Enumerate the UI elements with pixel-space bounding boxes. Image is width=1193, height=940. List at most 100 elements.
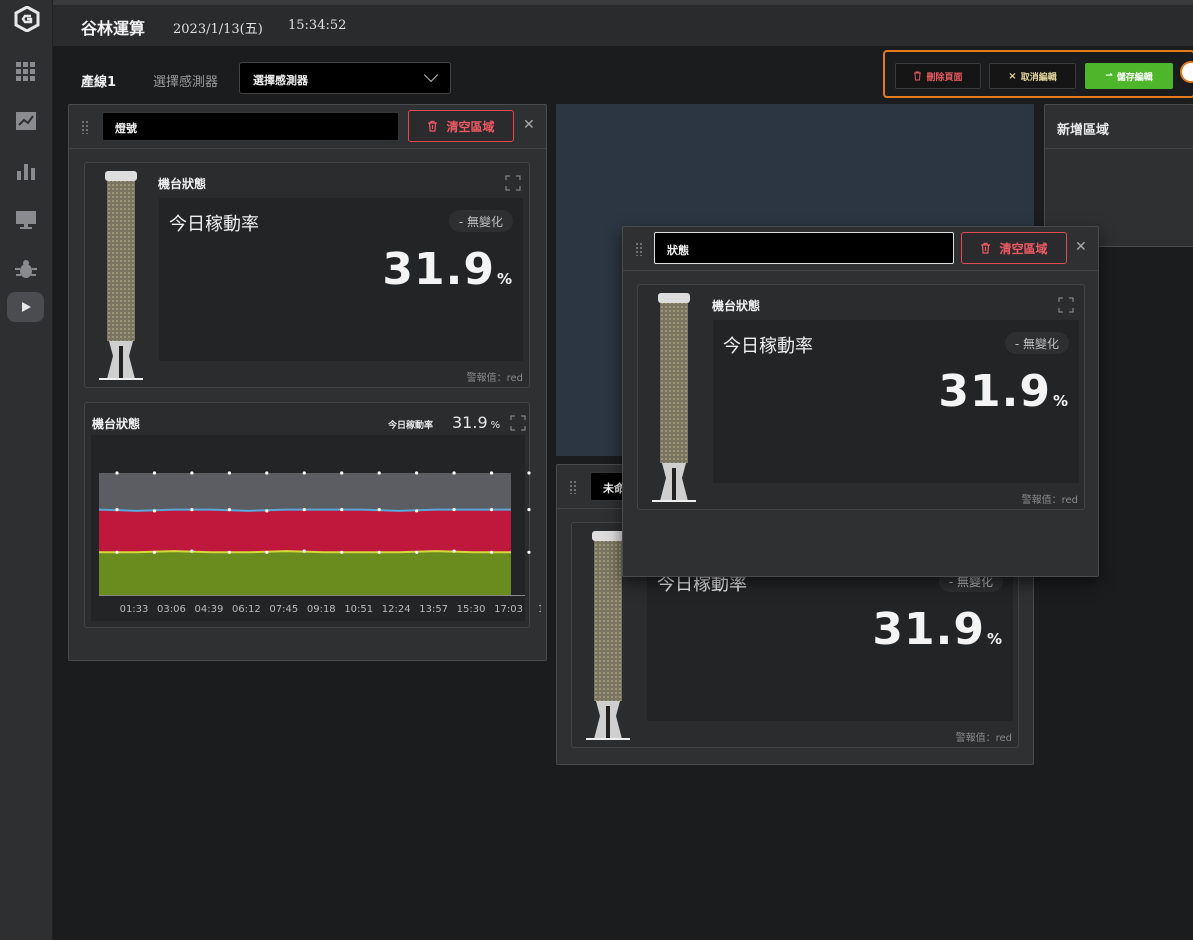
expand-icon[interactable] bbox=[510, 415, 526, 431]
region-name-input[interactable]: 燈號 bbox=[102, 112, 399, 141]
trash-icon bbox=[981, 242, 991, 254]
area-series-2 bbox=[99, 473, 511, 511]
add-region-title: 新增區域 bbox=[1057, 123, 1110, 138]
region-panel-light: 燈號 清空區域 ✕ 機台狀態 今日稼動率 - 無變化 31.9% 警報值：red… bbox=[68, 104, 554, 661]
close-icon[interactable]: ✕ bbox=[523, 117, 535, 133]
signal-tower-image bbox=[652, 293, 696, 502]
x-tick-label: 07:45 bbox=[269, 604, 298, 615]
drag-handle-icon[interactable] bbox=[569, 480, 577, 494]
data-point bbox=[527, 550, 531, 554]
x-tick-label: 01:33 bbox=[120, 604, 149, 615]
alert-threshold: 警報值：red bbox=[955, 733, 1012, 744]
line-chart-icon[interactable] bbox=[14, 109, 38, 133]
drag-handle-icon[interactable] bbox=[635, 242, 643, 256]
region-panel-status: 狀態 清空區域 ✕ 機台狀態 今日稼動率 - 無變化 31.9% 警報值：red bbox=[622, 226, 1099, 577]
trash-icon bbox=[914, 71, 922, 81]
data-point bbox=[115, 550, 119, 554]
x-tick-label: 10:51 bbox=[344, 604, 373, 615]
bar-chart-icon[interactable] bbox=[14, 159, 38, 183]
data-point bbox=[190, 471, 194, 475]
x-tick-label: 06:12 bbox=[232, 604, 261, 615]
metric-value: 31.9% bbox=[382, 244, 513, 295]
production-line-label: 產線1 bbox=[81, 75, 117, 90]
delete-page-button[interactable]: 刪除頁面 bbox=[895, 63, 981, 89]
data-point bbox=[340, 508, 344, 512]
machine-status-card: 機台狀態 今日稼動率 - 無變化 31.9% 警報值：red bbox=[637, 284, 1085, 510]
data-point bbox=[489, 550, 494, 554]
trash-icon bbox=[428, 120, 438, 132]
data-point bbox=[377, 471, 381, 475]
x-tick-label: 09:18 bbox=[307, 604, 336, 615]
region-name-input[interactable]: 狀態 bbox=[654, 232, 954, 264]
metric-value: 31.9% bbox=[872, 604, 1003, 655]
logo-icon[interactable] bbox=[14, 6, 40, 32]
signal-tower-image bbox=[99, 171, 143, 380]
x-tick-label: 12:24 bbox=[382, 604, 411, 615]
data-point bbox=[452, 508, 456, 512]
edit-button-group: 刪除頁面 × 取消編輯 ⇀ 儲存編輯 bbox=[883, 50, 1193, 98]
data-point bbox=[115, 508, 119, 512]
metric-value: 31.9% bbox=[938, 366, 1069, 417]
change-badge: - 無變化 bbox=[1004, 332, 1069, 354]
rate-label: 今日稼動率 bbox=[388, 421, 434, 431]
data-point bbox=[115, 471, 119, 475]
data-point bbox=[190, 508, 194, 512]
x-tick-label: 18: bbox=[538, 604, 541, 615]
app-title: 谷林運算 bbox=[81, 19, 146, 38]
cancel-edit-button[interactable]: × 取消編輯 bbox=[989, 63, 1076, 89]
data-point bbox=[340, 471, 344, 475]
grid-icon[interactable] bbox=[14, 60, 38, 84]
data-point bbox=[302, 508, 306, 512]
data-point bbox=[527, 508, 531, 512]
expand-icon[interactable] bbox=[505, 175, 521, 191]
data-point bbox=[415, 550, 419, 554]
data-point bbox=[227, 508, 231, 512]
data-point bbox=[377, 508, 381, 512]
status-area-chart: 01:33 03:06 04:39 06:12 07:45 09:18 10:51 12:24… bbox=[91, 435, 554, 621]
data-point bbox=[415, 509, 419, 513]
data-point bbox=[415, 471, 419, 475]
data-point bbox=[302, 471, 306, 475]
metric-box: 今日稼動率 - 無變化 31.9% bbox=[159, 198, 523, 361]
bug-icon[interactable] bbox=[14, 257, 38, 281]
data-point bbox=[152, 550, 157, 554]
alert-threshold: 警報值：red bbox=[1021, 495, 1078, 506]
close-icon: × bbox=[1008, 70, 1017, 82]
rate-value: 31.9% bbox=[452, 413, 501, 432]
expand-icon[interactable] bbox=[1058, 297, 1074, 313]
sensor-label: 選擇感測器 bbox=[153, 75, 219, 90]
x-tick-label: 03:06 bbox=[157, 604, 186, 615]
machine-status-card: 機台狀態 今日稼動率 - 無變化 31.9% 警報值：red bbox=[84, 162, 530, 388]
clear-region-button[interactable]: 清空區域 bbox=[408, 110, 514, 142]
alert-threshold: 警報值：red bbox=[466, 373, 523, 384]
status-chart-svg: 01:33 03:06 04:39 06:12 07:45 09:18 10:51 12:24… bbox=[98, 471, 554, 615]
data-point bbox=[340, 550, 344, 554]
close-icon[interactable]: ✕ bbox=[1075, 239, 1087, 255]
data-point bbox=[452, 471, 456, 475]
current-date: 2023/1/13(五) bbox=[173, 22, 263, 37]
play-button[interactable] bbox=[7, 292, 44, 322]
play-icon bbox=[22, 302, 31, 312]
x-tick-label: 04:39 bbox=[194, 604, 223, 615]
sidebar bbox=[0, 0, 53, 940]
data-point bbox=[152, 509, 157, 513]
current-time: 15:34:52 bbox=[288, 18, 347, 33]
sensor-select-value: 選擇感測器 bbox=[253, 74, 308, 87]
metric-box: 今日稼動率 - 無變化 31.9% bbox=[713, 320, 1079, 483]
data-point bbox=[227, 471, 231, 475]
area-series-0 bbox=[99, 551, 511, 595]
save-edit-button[interactable]: ⇀ 儲存編輯 bbox=[1085, 63, 1173, 89]
sensor-select[interactable]: 選擇感測器 bbox=[239, 62, 451, 94]
data-point bbox=[489, 508, 494, 512]
data-point bbox=[190, 549, 194, 553]
data-point bbox=[265, 509, 269, 513]
monitor-icon[interactable] bbox=[14, 208, 38, 232]
data-point bbox=[227, 550, 231, 554]
save-icon: ⇀ bbox=[1105, 71, 1113, 81]
data-point bbox=[152, 471, 157, 475]
drag-handle-icon[interactable] bbox=[81, 120, 89, 134]
clear-region-button[interactable]: 清空區域 bbox=[961, 232, 1067, 264]
data-point bbox=[302, 549, 306, 553]
data-point bbox=[265, 471, 269, 475]
area-series-1 bbox=[99, 509, 511, 553]
